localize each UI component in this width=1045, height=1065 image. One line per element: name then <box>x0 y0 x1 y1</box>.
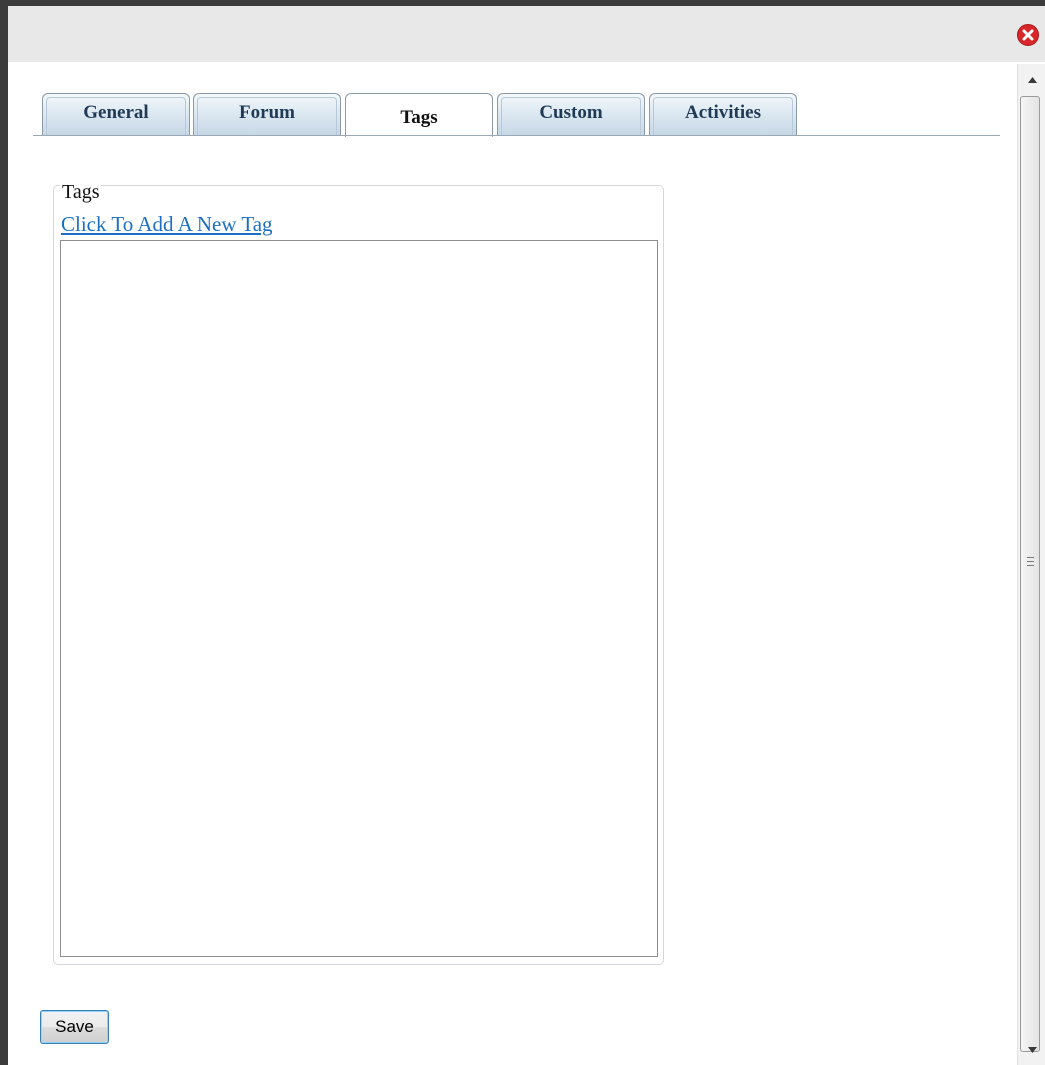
close-icon <box>1022 29 1034 41</box>
save-button-label: Save <box>55 1017 94 1036</box>
vertical-scrollbar[interactable] <box>1017 64 1045 1065</box>
tab-tags[interactable]: Tags <box>345 93 493 137</box>
tag-list-box[interactable] <box>60 240 658 957</box>
tab-forum[interactable]: Forum <box>193 93 341 135</box>
add-new-tag-link[interactable]: Click To Add A New Tag <box>61 211 273 237</box>
scroll-up-arrow-icon[interactable] <box>1024 72 1040 88</box>
tags-legend: Tags <box>60 180 102 204</box>
tab-custom[interactable]: Custom <box>497 93 645 135</box>
scroll-down-arrow-icon[interactable] <box>1024 1042 1040 1058</box>
window-border-left <box>0 0 8 1065</box>
tab-label: General <box>83 101 149 123</box>
dialog-titlebar <box>8 6 1045 62</box>
tab-label: Forum <box>239 101 295 123</box>
tab-strip-baseline <box>33 135 1000 136</box>
scrollbar-thumb[interactable] <box>1020 96 1040 1052</box>
tab-label: Custom <box>539 101 603 123</box>
grip-icon <box>1027 557 1034 566</box>
tab-label: Tags <box>400 106 438 128</box>
close-button[interactable] <box>1017 24 1039 46</box>
tab-label: Activities <box>685 101 761 123</box>
tab-general[interactable]: General <box>42 93 190 135</box>
save-button[interactable]: Save <box>40 1010 109 1044</box>
tab-activities[interactable]: Activities <box>649 93 797 135</box>
dialog-window: General Forum Tags Custom Activities Tag… <box>0 0 1045 1065</box>
